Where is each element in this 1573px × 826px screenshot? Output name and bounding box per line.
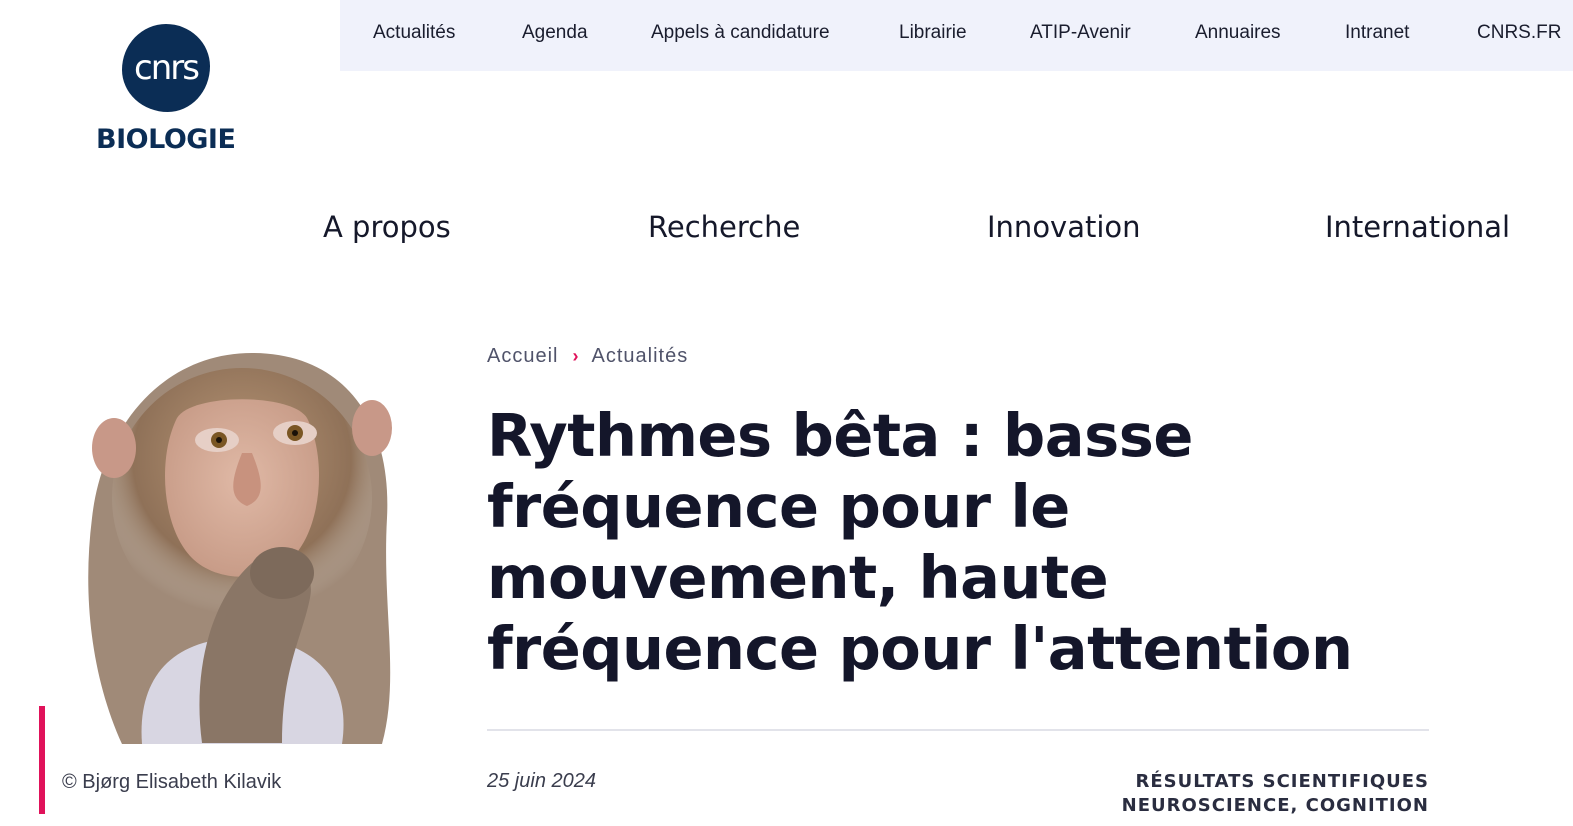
cnrs-biologie-logo[interactable]: cnrs BIOLOGIE xyxy=(96,24,236,164)
article-date: 25 juin 2024 xyxy=(487,770,596,792)
breadcrumb: Accueil › Actualités xyxy=(487,345,688,368)
article-topics[interactable]: NEUROSCIENCE, COGNITION xyxy=(1122,794,1429,818)
top-utility-nav: Actualités Agenda Appels à candidature L… xyxy=(340,0,1573,71)
chevron-right-icon: › xyxy=(572,346,580,366)
topnav-atip-avenir[interactable]: ATIP-Avenir xyxy=(1030,22,1131,44)
topnav-appels[interactable]: Appels à candidature xyxy=(651,22,830,44)
topnav-annuaires[interactable]: Annuaires xyxy=(1195,22,1281,44)
macaque-photo xyxy=(88,353,392,744)
mainnav-innovation[interactable]: Innovation xyxy=(987,210,1141,244)
logo-subtitle: BIOLOGIE xyxy=(96,124,236,155)
topnav-agenda[interactable]: Agenda xyxy=(522,22,588,44)
topnav-cnrs-fr[interactable]: CNRS.FR xyxy=(1477,22,1561,44)
topnav-librairie[interactable]: Librairie xyxy=(899,22,967,44)
breadcrumb-section[interactable]: Actualités xyxy=(591,345,688,368)
topnav-actualites[interactable]: Actualités xyxy=(373,22,455,44)
title-divider xyxy=(487,729,1429,731)
cnrs-logo-mark: cnrs xyxy=(122,24,210,112)
breadcrumb-home[interactable]: Accueil xyxy=(487,345,558,368)
mainnav-international[interactable]: International xyxy=(1325,210,1510,244)
credit-accent-bar xyxy=(39,706,45,814)
article-tags: RÉSULTATS SCIENTIFIQUES NEUROSCIENCE, CO… xyxy=(1122,770,1429,818)
mainnav-recherche[interactable]: Recherche xyxy=(648,210,800,244)
article-category[interactable]: RÉSULTATS SCIENTIFIQUES xyxy=(1122,770,1429,794)
image-credit: © Bjørg Elisabeth Kilavik xyxy=(62,771,282,793)
article-title: Rythmes bêta : basse fréquence pour le m… xyxy=(487,401,1353,683)
mainnav-a-propos[interactable]: A propos xyxy=(323,210,451,244)
topnav-intranet[interactable]: Intranet xyxy=(1345,22,1409,44)
